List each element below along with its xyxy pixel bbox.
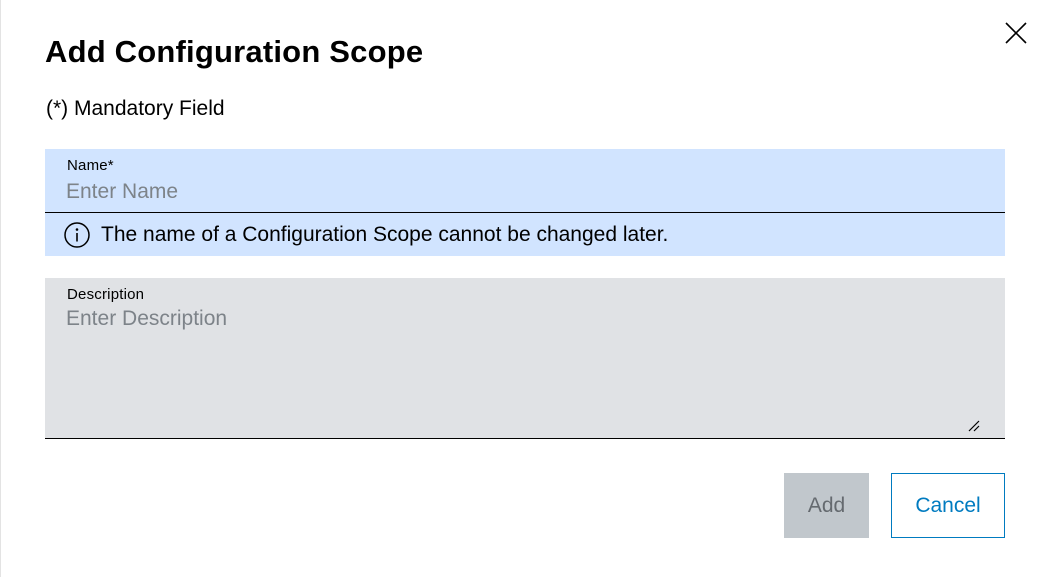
dialog-title: Add Configuration Scope [45,34,424,69]
name-hint-text: The name of a Configuration Scope cannot… [101,222,669,246]
name-field-hint: The name of a Configuration Scope cannot… [45,213,1005,256]
description-field[interactable]: Description [45,278,1005,439]
add-configuration-scope-dialog: Add Configuration Scope (*) Mandatory Fi… [0,0,1045,577]
resize-handle-icon[interactable] [967,419,981,433]
close-button[interactable] [1001,18,1031,48]
mandatory-field-note: (*) Mandatory Field [46,97,225,120]
name-field[interactable]: Name* [45,149,1005,213]
description-textarea[interactable] [66,307,981,427]
name-field-label: Name* [67,157,114,174]
name-input[interactable] [66,178,981,206]
cancel-button[interactable]: Cancel [891,473,1005,538]
close-icon [1005,22,1027,44]
description-field-label: Description [67,286,145,303]
add-button[interactable]: Add [784,473,869,538]
info-icon [63,221,91,249]
